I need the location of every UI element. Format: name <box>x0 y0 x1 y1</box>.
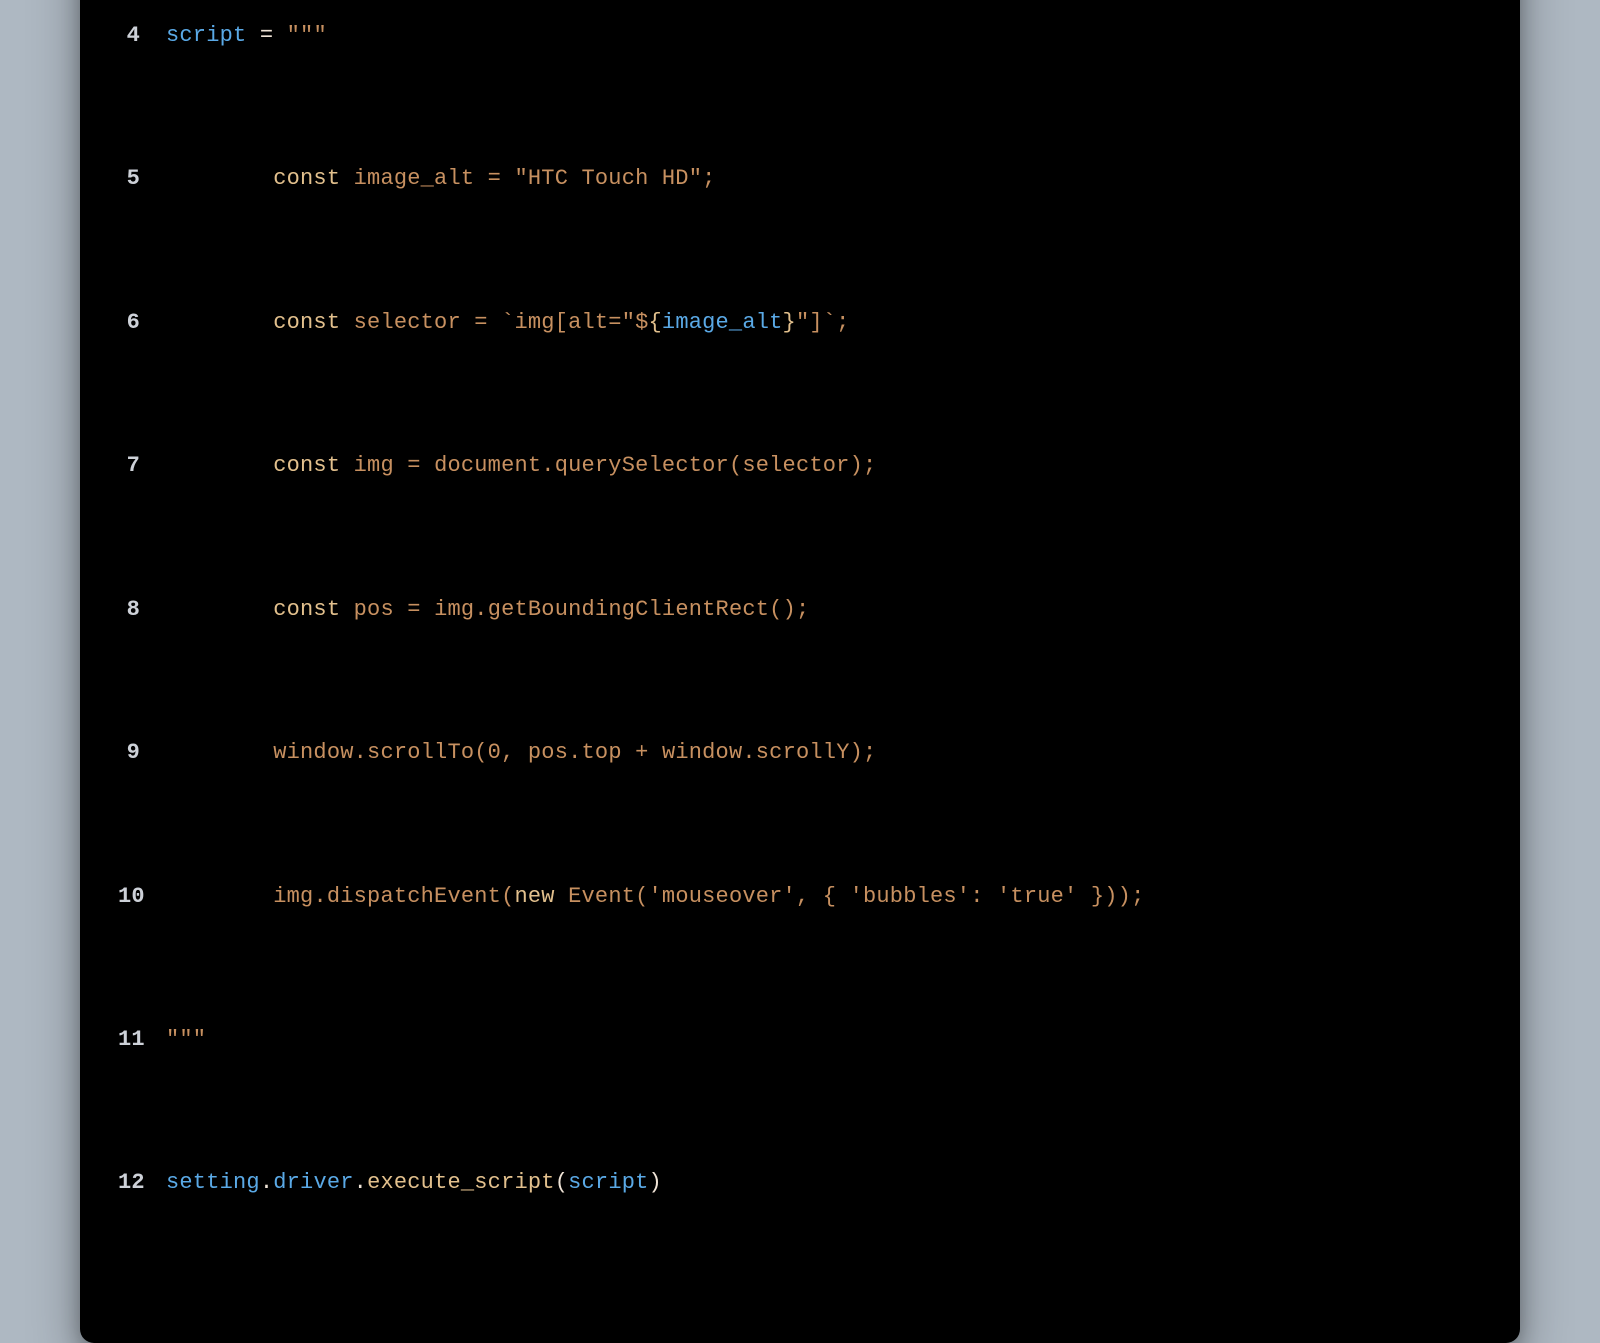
code-window: 1 url = "https://ecommerce-playground.la… <box>80 0 1520 1343</box>
code-line: 12 setting.driver.execute_script(script) <box>118 1165 1482 1201</box>
code-source: const selector = `img[alt="${image_alt}"… <box>166 305 1482 341</box>
code-line: 8 const pos = img.getBoundingClientRect(… <box>118 592 1482 628</box>
code-line: 9 window.scrollTo(0, pos.top + window.sc… <box>118 735 1482 771</box>
code-source: img.dispatchEvent(new Event('mouseover',… <box>166 879 1482 915</box>
code-source: const img = document.querySelector(selec… <box>166 448 1482 484</box>
code-source: setting.driver.execute_script(script) <box>166 1165 1482 1201</box>
code-source: script = """ <box>166 18 1482 54</box>
line-number: 10 <box>118 879 166 915</box>
code-source: const image_alt = "HTC Touch HD"; <box>166 161 1482 197</box>
code-block: 1 url = "https://ecommerce-playground.la… <box>118 0 1482 1309</box>
code-line: 7 const img = document.querySelector(sel… <box>118 448 1482 484</box>
code-source: window.scrollTo(0, pos.top + window.scro… <box>166 735 1482 771</box>
line-number: 5 <box>118 161 166 197</box>
line-number: 7 <box>118 448 166 484</box>
line-number: 9 <box>118 735 166 771</box>
code-line: 5 const image_alt = "HTC Touch HD"; <box>118 161 1482 197</box>
code-source: const pos = img.getBoundingClientRect(); <box>166 592 1482 628</box>
line-number: 11 <box>118 1022 166 1058</box>
code-line: 11 """ <box>118 1022 1482 1058</box>
line-number: 4 <box>118 18 166 54</box>
code-line: 10 img.dispatchEvent(new Event('mouseove… <box>118 879 1482 915</box>
code-source: """ <box>166 1022 1482 1058</box>
line-number: 6 <box>118 305 166 341</box>
code-line: 4 script = """ <box>118 18 1482 54</box>
line-number: 8 <box>118 592 166 628</box>
line-number: 12 <box>118 1165 166 1201</box>
code-line: 6 const selector = `img[alt="${image_alt… <box>118 305 1482 341</box>
